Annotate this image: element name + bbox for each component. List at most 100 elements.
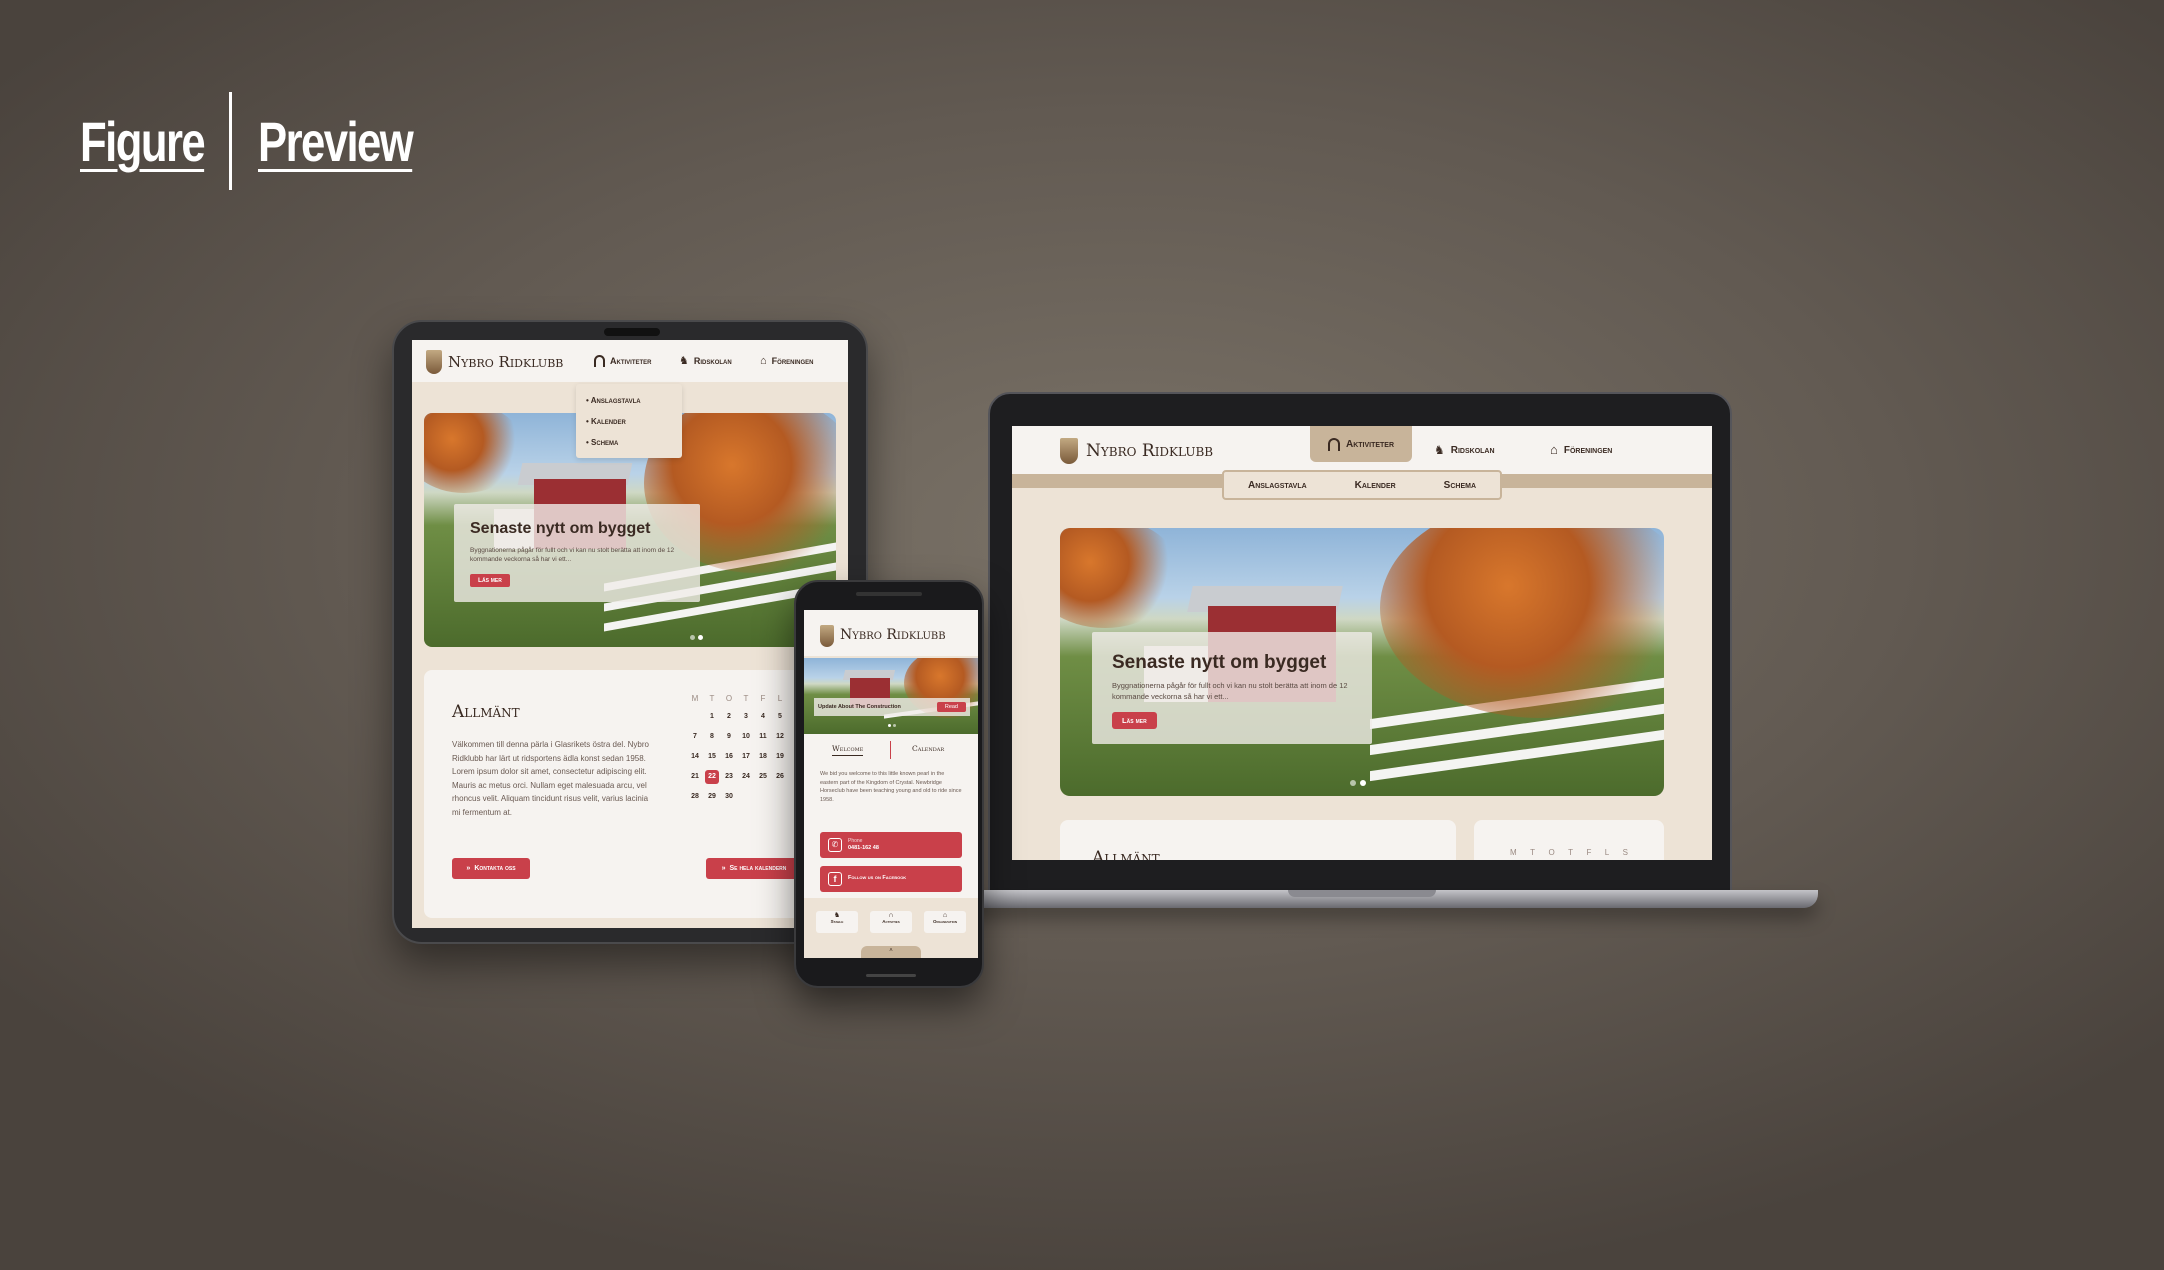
calendar-day[interactable]: 29 bbox=[705, 790, 719, 804]
carousel-dot[interactable] bbox=[888, 724, 891, 727]
nav-activities[interactable]: Aktiviteter bbox=[594, 355, 652, 367]
calendar-weekday: T bbox=[709, 694, 715, 703]
nav-association[interactable]: ⌂ Föreningen bbox=[760, 355, 814, 367]
dropdown-item-calendar[interactable]: • Kalender bbox=[586, 417, 626, 426]
laptop-notch bbox=[1288, 890, 1436, 897]
phone-bottom-nav: ♞ Stable ∩ Activities ⌂ Organization bbox=[804, 902, 978, 942]
bottom-nav-stable-label: Stable bbox=[830, 919, 844, 924]
nav-ridingschool[interactable]: ♞ Ridskolan bbox=[679, 355, 732, 367]
carousel-dot[interactable] bbox=[698, 635, 703, 640]
calendar-day[interactable]: 10 bbox=[739, 730, 753, 744]
calendar-day[interactable]: 16 bbox=[722, 750, 736, 764]
calendar-day[interactable]: 19 bbox=[773, 750, 787, 764]
calendar-day[interactable]: 2 bbox=[722, 710, 736, 724]
facebook-button[interactable]: f Follow us on Facebook bbox=[820, 866, 962, 892]
header-divider bbox=[229, 92, 233, 190]
calendar-day[interactable]: 25 bbox=[756, 770, 770, 784]
calendar-day[interactable]: 15 bbox=[705, 750, 719, 764]
phone-label: Phone bbox=[848, 838, 863, 844]
hero-read-button[interactable]: Read bbox=[936, 702, 966, 712]
bottom-nav-handle[interactable]: ˄ bbox=[861, 946, 921, 958]
hero-read-more-button[interactable]: Läs mer bbox=[1112, 712, 1157, 729]
hero-read-more-button[interactable]: Läs mer bbox=[470, 574, 510, 587]
see-calendar-button[interactable]: » Se hela kalendern bbox=[706, 858, 802, 879]
phone-hero-caption-bar: Update About The Construction Read bbox=[814, 698, 970, 716]
dropdown-item-board[interactable]: • Anslagstavla bbox=[586, 396, 641, 405]
brand-name[interactable]: Nybro Ridklubb bbox=[1086, 441, 1213, 461]
phone-header: Nybro Ridklubb bbox=[804, 610, 978, 656]
tab-calendar[interactable]: Calendar bbox=[912, 744, 944, 753]
nav-association-label: Föreningen bbox=[771, 356, 814, 366]
nav-activities-active[interactable]: Aktiviteter bbox=[1310, 426, 1412, 462]
carousel-dot[interactable] bbox=[1360, 780, 1366, 786]
hero-caption: Update About The Construction bbox=[818, 704, 901, 710]
calendar-day[interactable]: 14 bbox=[688, 750, 702, 764]
home-icon: ⌂ bbox=[1550, 442, 1558, 457]
nav-ridingschool-label: Ridskolan bbox=[1450, 444, 1495, 456]
subnav-board[interactable]: Anslagstavla bbox=[1248, 480, 1307, 491]
calendar-day[interactable]: 11 bbox=[756, 730, 770, 744]
carousel-dot[interactable] bbox=[1350, 780, 1356, 786]
calendar-day[interactable]: 3 bbox=[739, 710, 753, 724]
calendar-day[interactable]: 24 bbox=[739, 770, 753, 784]
subnav-schedule[interactable]: Schema bbox=[1444, 480, 1476, 491]
brand-name[interactable]: Nybro Ridklubb bbox=[448, 353, 563, 371]
nav-ridingschool[interactable]: ♞ Ridskolan bbox=[1434, 444, 1495, 456]
calendar-day[interactable]: 30 bbox=[722, 790, 736, 804]
tablet-navbar: Nybro Ridklubb Aktiviteter ♞ Ridskolan ⌂… bbox=[412, 340, 848, 382]
home-icon: ⌂ bbox=[760, 355, 767, 367]
tablet-camera bbox=[604, 328, 660, 336]
calendar-day bbox=[739, 790, 753, 804]
brand-name[interactable]: Nybro Ridklubb bbox=[840, 627, 946, 643]
phone-icon: ✆ bbox=[828, 838, 842, 852]
calendar-day[interactable]: 4 bbox=[756, 710, 770, 724]
calendar-day bbox=[756, 790, 770, 804]
calendar-weekday: F bbox=[760, 694, 766, 703]
nav-association-label: Föreningen bbox=[1563, 444, 1613, 456]
laptop-base bbox=[960, 890, 1818, 908]
nav-association[interactable]: ⌂ Föreningen bbox=[1550, 442, 1613, 457]
phone-call-button[interactable]: ✆ Phone 0481-162 48 bbox=[820, 832, 962, 858]
calendar-day[interactable]: 5 bbox=[773, 710, 787, 724]
laptop-subnav: Anslagstavla Kalender Schema bbox=[1222, 470, 1502, 500]
laptop-navbar: Nybro Ridklubb Aktiviteter ♞ Ridskolan ⌂… bbox=[1012, 426, 1712, 474]
bottom-nav-organization[interactable]: ⌂ Organization bbox=[924, 911, 966, 933]
tablet-mini-calendar: M T O T F L 1 2 3 4 5 7 8 9 10 11 12 14 15 16 17 18 19 21 22 23 24… bbox=[688, 694, 802, 814]
calendar-weekday: F bbox=[1586, 848, 1592, 857]
calendar-weekday-row: MTOTFLS bbox=[1510, 848, 1628, 857]
tab-welcome[interactable]: Welcome bbox=[832, 744, 864, 756]
dropdown-item-schedule[interactable]: • Schema bbox=[586, 438, 618, 447]
calendar-day[interactable]: 28 bbox=[688, 790, 702, 804]
calendar-day[interactable]: 1 bbox=[705, 710, 719, 724]
calendar-day[interactable]: 7 bbox=[688, 730, 702, 744]
welcome-text: We bid you welcome to this little known … bbox=[820, 771, 962, 803]
calendar-day[interactable]: 8 bbox=[705, 730, 719, 744]
calendar-weekday: S bbox=[1622, 848, 1628, 857]
laptop-device: Nybro Ridklubb Aktiviteter ♞ Ridskolan ⌂… bbox=[988, 392, 1732, 892]
calendar-day[interactable]: 23 bbox=[722, 770, 736, 784]
calendar-day[interactable]: 26 bbox=[773, 770, 787, 784]
general-text: Välkommen till denna pärla i Glasrikets … bbox=[452, 740, 649, 817]
carousel-dot[interactable] bbox=[690, 635, 695, 640]
chevron-up-icon: ˄ bbox=[889, 948, 893, 954]
bottom-nav-stable[interactable]: ♞ Stable bbox=[816, 911, 858, 933]
calendar-day[interactable]: 17 bbox=[739, 750, 753, 764]
calendar-day[interactable]: 21 bbox=[688, 770, 702, 784]
preview-tab[interactable]: Preview bbox=[258, 109, 414, 174]
calendar-day[interactable]: 12 bbox=[773, 730, 787, 744]
contact-button[interactable]: » Kontakta oss bbox=[452, 858, 530, 879]
calendar-day[interactable]: 22 bbox=[705, 770, 719, 784]
subnav-calendar[interactable]: Kalender bbox=[1355, 480, 1396, 491]
figure-tab[interactable]: Figure bbox=[80, 109, 206, 174]
general-title: Allmänt bbox=[452, 702, 520, 722]
calendar-weekday: L bbox=[777, 694, 783, 703]
calendar-day[interactable]: 9 bbox=[722, 730, 736, 744]
calendar-day[interactable]: 18 bbox=[756, 750, 770, 764]
bottom-nav-activities[interactable]: ∩ Activities bbox=[870, 911, 912, 933]
horseshoe-icon: ∩ bbox=[888, 912, 894, 919]
dropdown-item-schedule-label: Schema bbox=[591, 438, 619, 447]
hero-text: Byggnationerna pågår för fullt och vi ka… bbox=[1112, 681, 1348, 701]
horseshoe-icon bbox=[1327, 437, 1340, 451]
carousel-dot[interactable] bbox=[893, 724, 896, 727]
crest-icon bbox=[820, 625, 834, 647]
